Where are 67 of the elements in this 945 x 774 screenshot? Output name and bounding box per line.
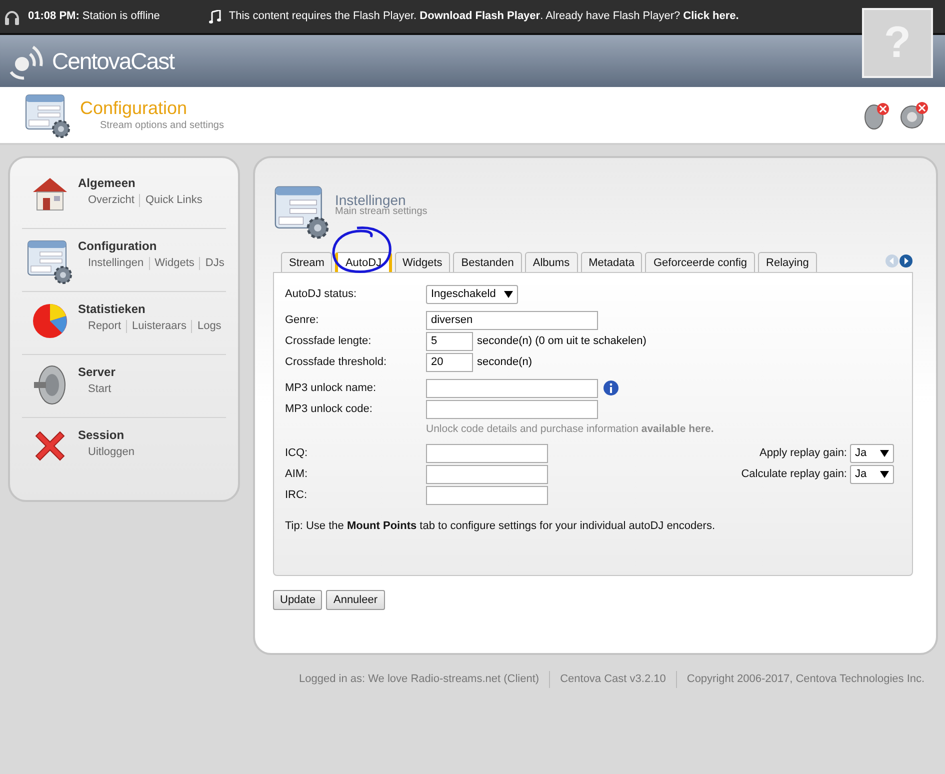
contact-field[interactable] <box>426 464 548 484</box>
panel-title: Instellingen <box>335 194 406 206</box>
page-title: Configuration <box>80 98 188 118</box>
tab[interactable]: Stream <box>281 252 332 272</box>
sidebar-link[interactable]: Logs <box>191 320 222 333</box>
unit-text: seconde(n) <box>477 354 532 370</box>
info-icon[interactable] <box>603 380 619 396</box>
panel-subtitle: Main stream settings <box>335 206 428 218</box>
speaker-off-icon[interactable] <box>899 100 929 130</box>
sidebar-link[interactable]: DJs <box>199 257 224 270</box>
field-label: MP3 unlock name: <box>285 380 378 396</box>
crossfade-threshold-field[interactable]: 20 <box>426 352 473 372</box>
section-title: Session <box>78 427 126 444</box>
field-label: IRC: <box>285 488 308 503</box>
footer-text: Centova Cast v3.2.10 <box>549 671 666 688</box>
field-label: Crossfade lengte: <box>285 334 372 349</box>
field-label: Genre: <box>285 312 320 328</box>
sidebar-link[interactable]: Start <box>88 383 112 396</box>
field-label: AIM: <box>285 466 309 482</box>
sidebar-link[interactable]: Luisteraars <box>126 320 186 333</box>
unlock-name-field[interactable] <box>426 378 598 398</box>
section-title: Configuration <box>78 238 158 255</box>
sidebar-link[interactable]: Overzicht <box>88 194 134 207</box>
tab[interactable]: Relaying <box>758 252 817 272</box>
station-status: 01:08 PM: Station is offline <box>28 9 160 24</box>
section-title: Server <box>78 364 116 381</box>
section-title: Algemeen <box>78 175 136 192</box>
page-subtitle: Stream options and settings <box>100 118 224 132</box>
sidebar-link[interactable]: Instellingen <box>88 257 144 270</box>
tip-text: Tip: Use the Mount Points tab to configure settings for your individual autoDJ encoders. <box>285 519 716 534</box>
unlock-code-field[interactable] <box>426 400 598 418</box>
unlock-note: Unlock code details and purchase information available here. <box>426 423 714 435</box>
contact-field[interactable] <box>426 444 548 462</box>
section-title: Statistieken <box>78 301 146 318</box>
genre-field[interactable]: diversen <box>426 310 598 330</box>
sidebar-link[interactable]: Widgets <box>148 257 194 270</box>
dropdown[interactable]: Ja <box>850 444 894 462</box>
tab[interactable]: Widgets <box>394 252 450 272</box>
sidebar-link[interactable]: Uitloggen <box>88 446 134 459</box>
dropdown[interactable]: Ingeschakeld <box>426 284 518 304</box>
crossfade-length-field[interactable]: 5 <box>426 332 473 350</box>
tab[interactable]: Geforceerde config <box>645 252 756 272</box>
sidebar-link[interactable]: Quick Links <box>139 194 202 207</box>
field-label: Apply replay gain: <box>760 446 847 461</box>
dropdown[interactable]: Ja <box>850 464 894 484</box>
microphone-off-icon[interactable] <box>863 100 891 130</box>
music-note-icon <box>208 10 221 24</box>
footer-text: Logged in as: We love Radio-streams.net (Client) <box>299 672 540 687</box>
flash-notice: This content requires the Flash Player. Download Flash Player. Already have Flash Player? Click here. <box>228 9 739 24</box>
field-label: Calculate replay gain: <box>741 466 847 482</box>
dropdown-arrow-icon <box>880 450 889 456</box>
field-label: Crossfade threshold: <box>285 354 388 370</box>
tab[interactable]: Albums <box>524 252 578 272</box>
field-label: ICQ: <box>285 446 309 461</box>
dropdown-arrow-icon <box>504 290 513 298</box>
logo: CentovaCast <box>52 46 174 76</box>
footer-text: Copyright 2006-2017, Centova Technologies Inc. <box>676 671 925 688</box>
tab[interactable]: Bestanden <box>453 252 522 272</box>
contact-field[interactable] <box>426 486 548 504</box>
form-button[interactable]: Annuleer <box>326 590 385 610</box>
sidebar-link[interactable]: Report <box>88 320 122 333</box>
dropdown-arrow-icon <box>880 470 889 478</box>
unit-text: seconde(n) (0 om uit te schakelen) <box>477 334 646 349</box>
field-label: AutoDJ status: <box>285 286 358 302</box>
field-label: MP3 unlock code: <box>285 402 374 417</box>
form-button[interactable]: Update <box>273 590 322 610</box>
tab[interactable]: Metadata <box>580 252 642 272</box>
